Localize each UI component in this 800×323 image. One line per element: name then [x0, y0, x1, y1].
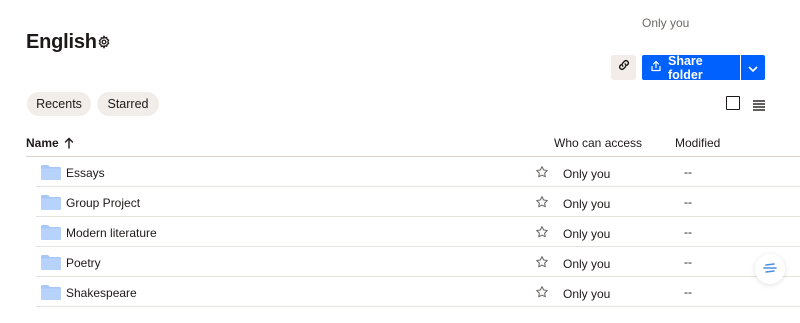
link-icon	[617, 58, 631, 77]
folder-icon	[41, 255, 61, 270]
list-view-icon[interactable]	[753, 98, 765, 111]
star-icon[interactable]	[535, 285, 549, 299]
modified-value: --	[684, 225, 692, 239]
page-title: English	[26, 31, 97, 53]
star-icon[interactable]	[535, 255, 549, 269]
table-row[interactable]: Essays Only you --	[36, 157, 800, 187]
access-value: Only you	[563, 167, 611, 181]
gear-icon[interactable]	[97, 35, 111, 49]
folder-icon	[41, 225, 61, 240]
column-header-modified[interactable]: Modified	[675, 136, 720, 150]
star-icon[interactable]	[535, 195, 549, 209]
table-row[interactable]: Group Project Only you --	[36, 187, 800, 217]
access-value: Only you	[563, 287, 611, 301]
file-name[interactable]: Shakespeare	[66, 286, 137, 300]
star-icon[interactable]	[535, 225, 549, 239]
file-name[interactable]: Poetry	[66, 256, 101, 270]
sort-ascending-icon[interactable]	[64, 136, 74, 149]
modified-value: --	[684, 195, 692, 209]
starred-filter[interactable]: Starred	[97, 92, 159, 116]
modified-value: --	[684, 255, 692, 269]
modified-value: --	[684, 165, 692, 179]
table-row[interactable]: Poetry Only you --	[36, 247, 800, 277]
recents-filter[interactable]: Recents	[27, 92, 91, 116]
file-name[interactable]: Group Project	[66, 196, 140, 210]
folder-icon	[41, 165, 61, 180]
access-value: Only you	[563, 257, 611, 271]
folder-access-label: Only you	[642, 16, 690, 30]
copy-link-button[interactable]	[611, 55, 636, 80]
column-header-access: Who can access	[554, 136, 643, 150]
grid-view-icon[interactable]	[726, 96, 740, 110]
column-header-name[interactable]: Name	[26, 136, 59, 150]
share-folder-label: Share folder	[668, 53, 703, 82]
table-row[interactable]: Modern literature Only you --	[36, 217, 800, 247]
modified-value: --	[684, 285, 692, 299]
star-icon[interactable]	[535, 165, 549, 179]
folder-icon	[41, 285, 61, 300]
file-name[interactable]: Modern literature	[66, 226, 157, 240]
access-value: Only you	[563, 197, 611, 211]
folder-icon	[41, 195, 61, 210]
help-icon	[763, 260, 777, 278]
access-value: Only you	[563, 227, 611, 241]
file-name[interactable]: Essays	[66, 166, 105, 180]
share-options-button[interactable]	[741, 55, 765, 80]
share-folder-button[interactable]: Share folder	[642, 53, 740, 82]
help-button[interactable]	[755, 254, 785, 284]
table-row[interactable]: Shakespeare Only you --	[36, 277, 800, 307]
chevron-down-icon	[748, 59, 758, 77]
upload-icon	[650, 60, 662, 75]
